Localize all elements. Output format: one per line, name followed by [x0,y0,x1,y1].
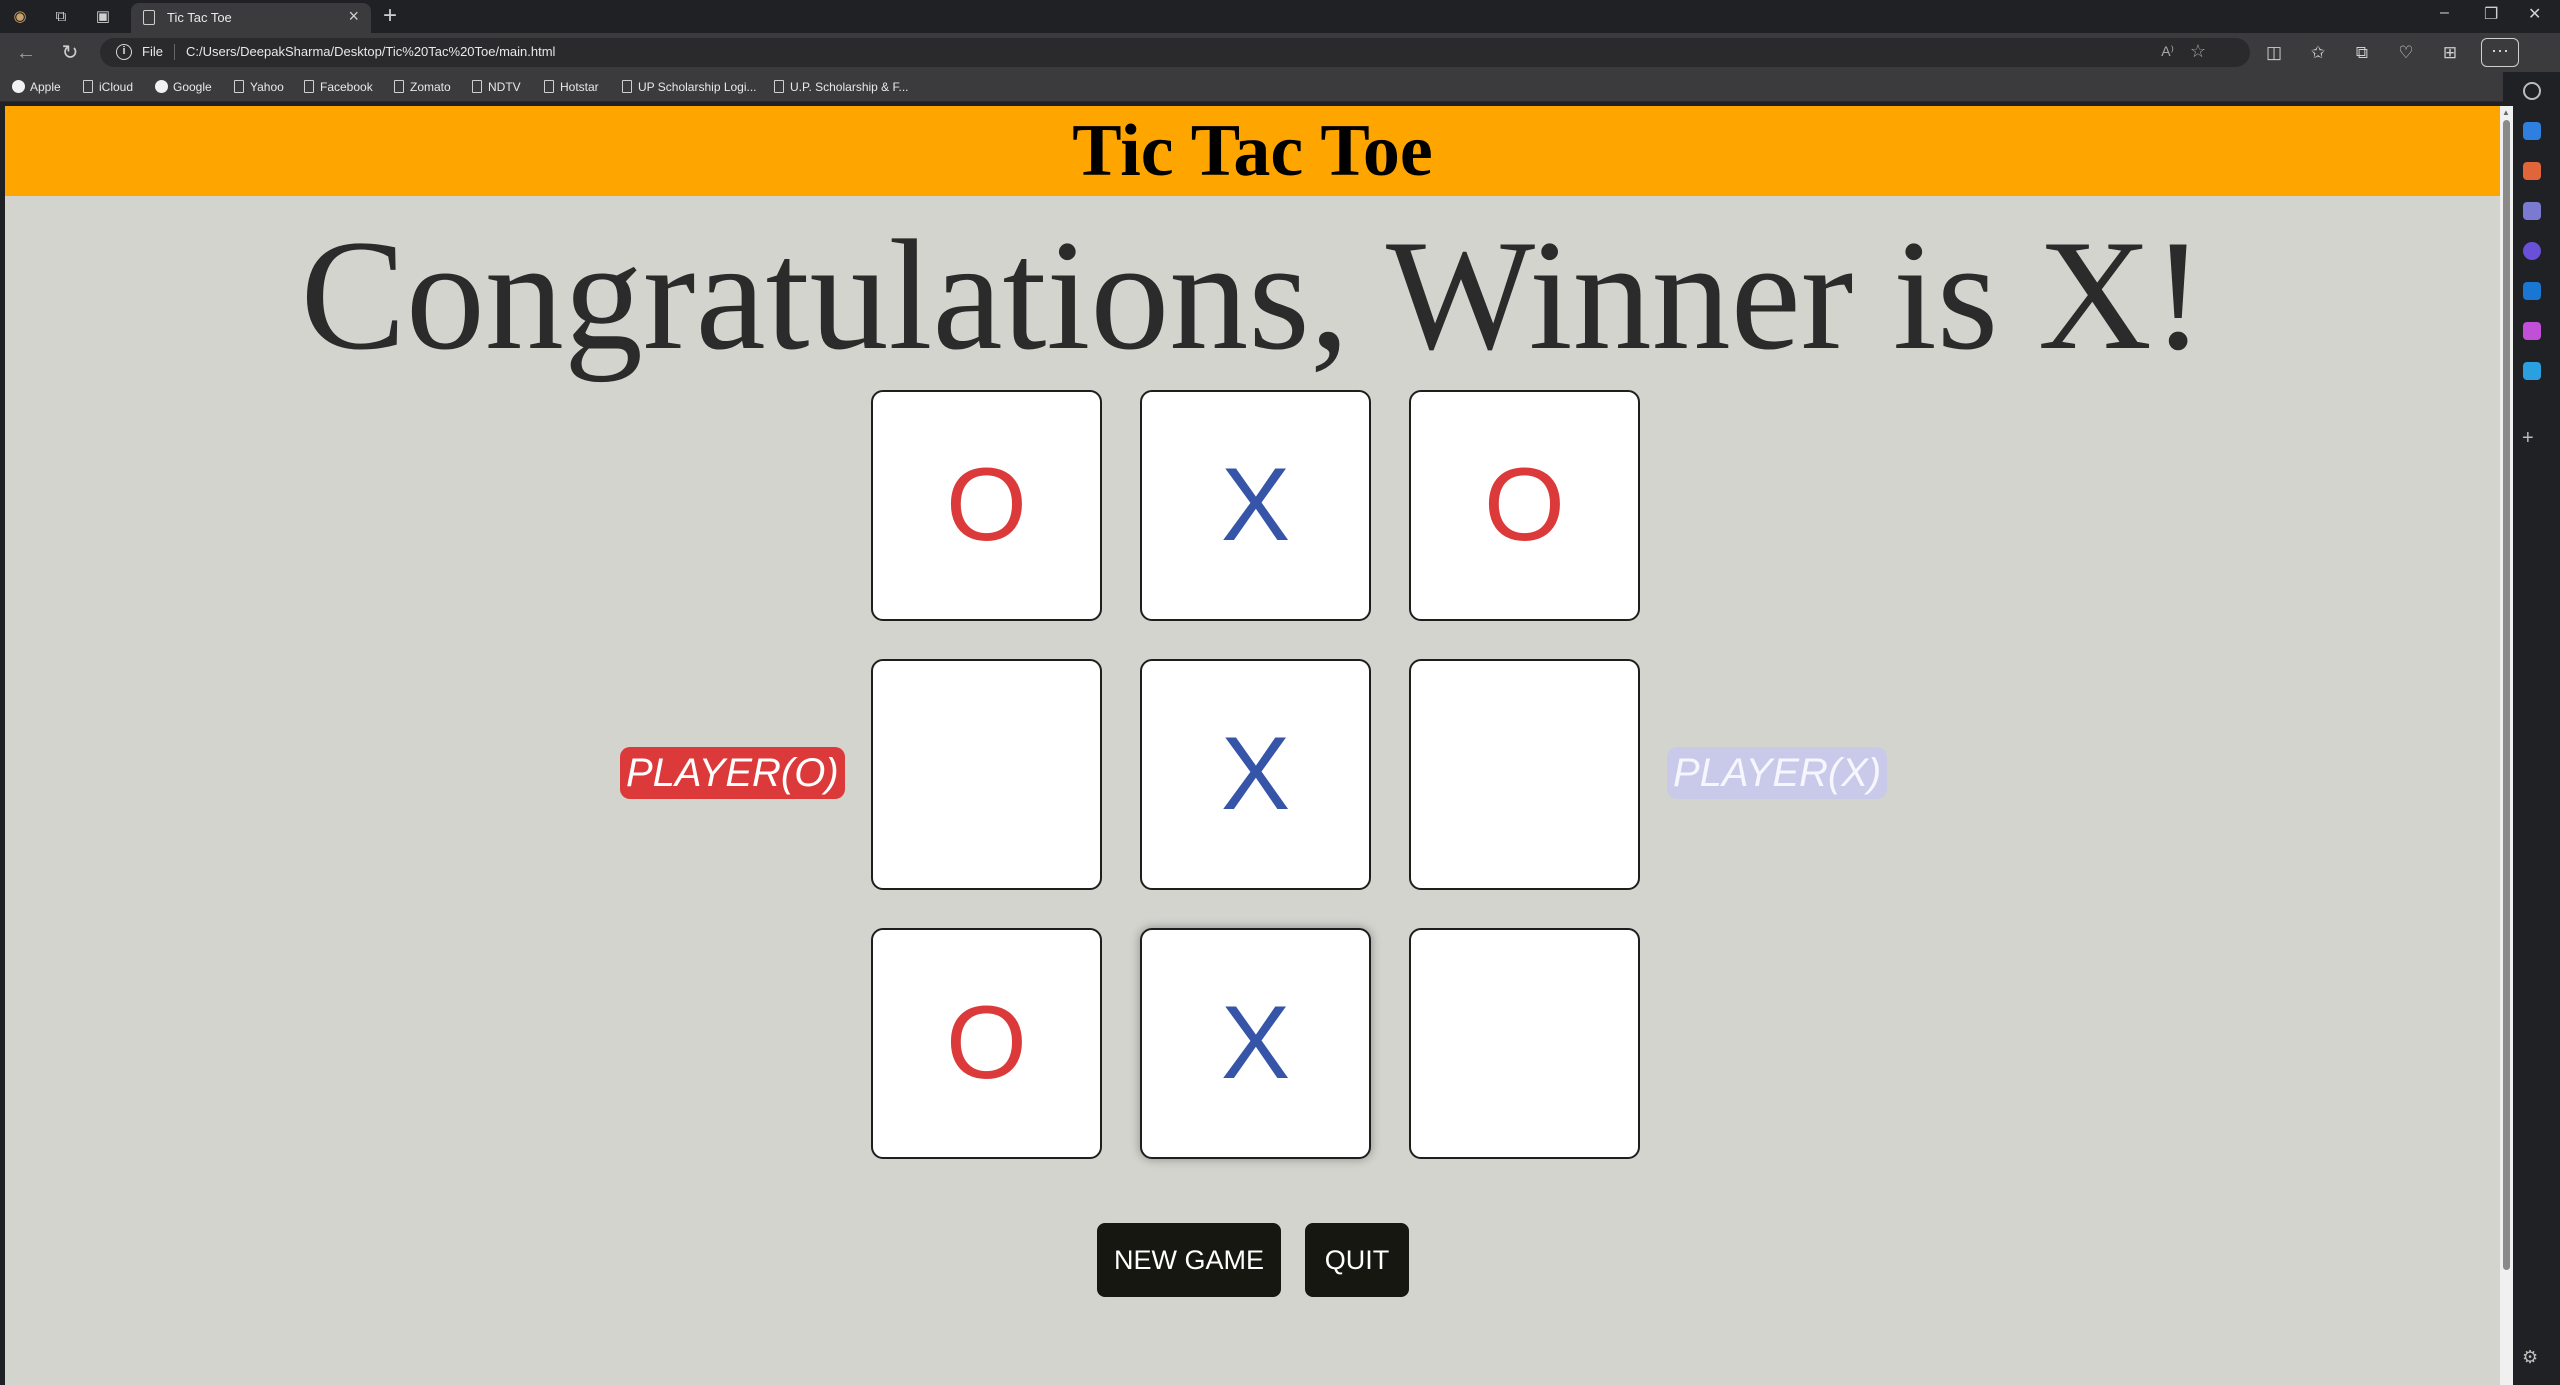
page-icon [234,80,244,93]
new-game-button[interactable]: NEW GAME [1097,1223,1281,1297]
scroll-thumb[interactable] [2503,120,2510,1270]
workspaces-icon[interactable]: ⧉ [49,5,73,29]
board-cell-2-2[interactable]: X [1140,659,1371,890]
page-icon [622,80,632,93]
tools-icon[interactable] [2523,162,2541,180]
bookmark-up-scholarship-login[interactable]: UP Scholarship Logi... [622,80,757,94]
back-icon[interactable]: ← [14,41,38,65]
scroll-up-icon[interactable]: ▲ [2502,108,2510,117]
tab-close-icon[interactable]: × [348,6,359,27]
quit-button[interactable]: QUIT [1305,1223,1409,1297]
info-icon[interactable]: i [116,44,132,60]
browser-essentials-icon[interactable]: ♡ [2394,41,2418,65]
page-icon [83,80,93,93]
bookmark-up-scholarship-f[interactable]: U.P. Scholarship & F... [774,80,909,94]
bookmark-apple[interactable]: Apple [12,80,61,94]
read-aloud-icon[interactable]: A⁾ [2161,43,2174,60]
page-icon [544,80,554,93]
new-tab-icon[interactable]: + [383,2,397,30]
player-o-indicator: PLAYER(O) [620,747,845,799]
page-icon [774,80,784,93]
divider [174,44,175,60]
tab-actions-icon[interactable]: ▣ [91,5,115,29]
page-icon [472,80,482,93]
address-toolbar: ← ↻ i File C:/Users/DeepakSharma/Desktop… [0,33,2560,72]
scheme-label: File [142,44,163,59]
copilot-icon[interactable] [2523,242,2541,260]
minimize-icon[interactable]: – [2440,4,2449,22]
page-viewport: Tic Tac Toe Congratulations, Winner is X… [5,106,2500,1385]
board-cell-1-1[interactable]: O [871,390,1102,621]
bookmark-icloud[interactable]: iCloud [83,80,133,94]
board-cell-3-1[interactable]: O [871,928,1102,1159]
extensions-icon[interactable]: ⊞ [2438,41,2462,65]
bookmark-yahoo[interactable]: Yahoo [234,80,284,94]
winner-message: Congratulations, Winner is X! [300,208,2205,383]
page-scrollbar[interactable]: ▲ [2500,106,2513,1385]
board-cell-2-1[interactable] [871,659,1102,890]
bookmark-google[interactable]: Google [155,80,212,94]
page-title: Tic Tac Toe [1072,110,1433,192]
url-text[interactable]: C:/Users/DeepakSharma/Desktop/Tic%20Tac%… [186,44,555,59]
search-icon[interactable] [2523,82,2541,100]
apple-icon [12,80,25,93]
bookmark-hotstar[interactable]: Hotstar [544,80,599,94]
page-icon [143,10,155,25]
bookmark-facebook[interactable]: Facebook [304,80,373,94]
tab-title: Tic Tac Toe [167,10,232,25]
outlook-icon[interactable] [2523,282,2541,300]
board-cell-1-3[interactable]: O [1409,390,1640,621]
board-cell-1-2[interactable]: X [1140,390,1371,621]
page-icon [394,80,404,93]
address-field[interactable]: i File C:/Users/DeepakSharma/Desktop/Tic… [100,38,2250,67]
google-icon [155,80,168,93]
drop-icon[interactable] [2523,362,2541,380]
board-cell-3-3[interactable] [1409,928,1640,1159]
player-x-indicator: PLAYER(X) [1667,747,1888,799]
sidebar-settings-icon[interactable]: ⚙ [2522,1347,2538,1368]
board-cell-2-3[interactable] [1409,659,1640,890]
tab-active[interactable]: Tic Tac Toe × [131,3,371,33]
profile-avatar-icon[interactable]: ◉ [8,5,32,29]
collections-icon[interactable]: ⧉ [2350,41,2374,65]
page-icon [304,80,314,93]
bookmark-zomato[interactable]: Zomato [394,80,451,94]
page-header: Tic Tac Toe [5,106,2500,196]
bookmarks-bar: Apple iCloud Google Yahoo Facebook Zomat… [0,72,2560,102]
more-options-button[interactable]: ··· [2481,38,2519,67]
tab-strip: ◉ ⧉ ▣ Tic Tac Toe × + – ❐ ✕ [0,0,2560,33]
restore-icon[interactable]: ❐ [2484,4,2498,24]
split-screen-icon[interactable]: ◫ [2262,41,2286,65]
games-icon[interactable] [2523,202,2541,220]
shopping-tag-icon[interactable] [2523,122,2541,140]
refresh-icon[interactable]: ↻ [58,41,82,65]
favorite-star-icon[interactable]: ☆ [2190,41,2206,62]
board-cell-3-2[interactable]: X [1140,928,1371,1159]
office-icon[interactable] [2523,322,2541,340]
bookmark-ndtv[interactable]: NDTV [472,80,521,94]
favorites-icon[interactable]: ✩ [2306,41,2330,65]
add-sidebar-app-icon[interactable]: + [2522,427,2534,450]
window-close-icon[interactable]: ✕ [2528,4,2541,24]
